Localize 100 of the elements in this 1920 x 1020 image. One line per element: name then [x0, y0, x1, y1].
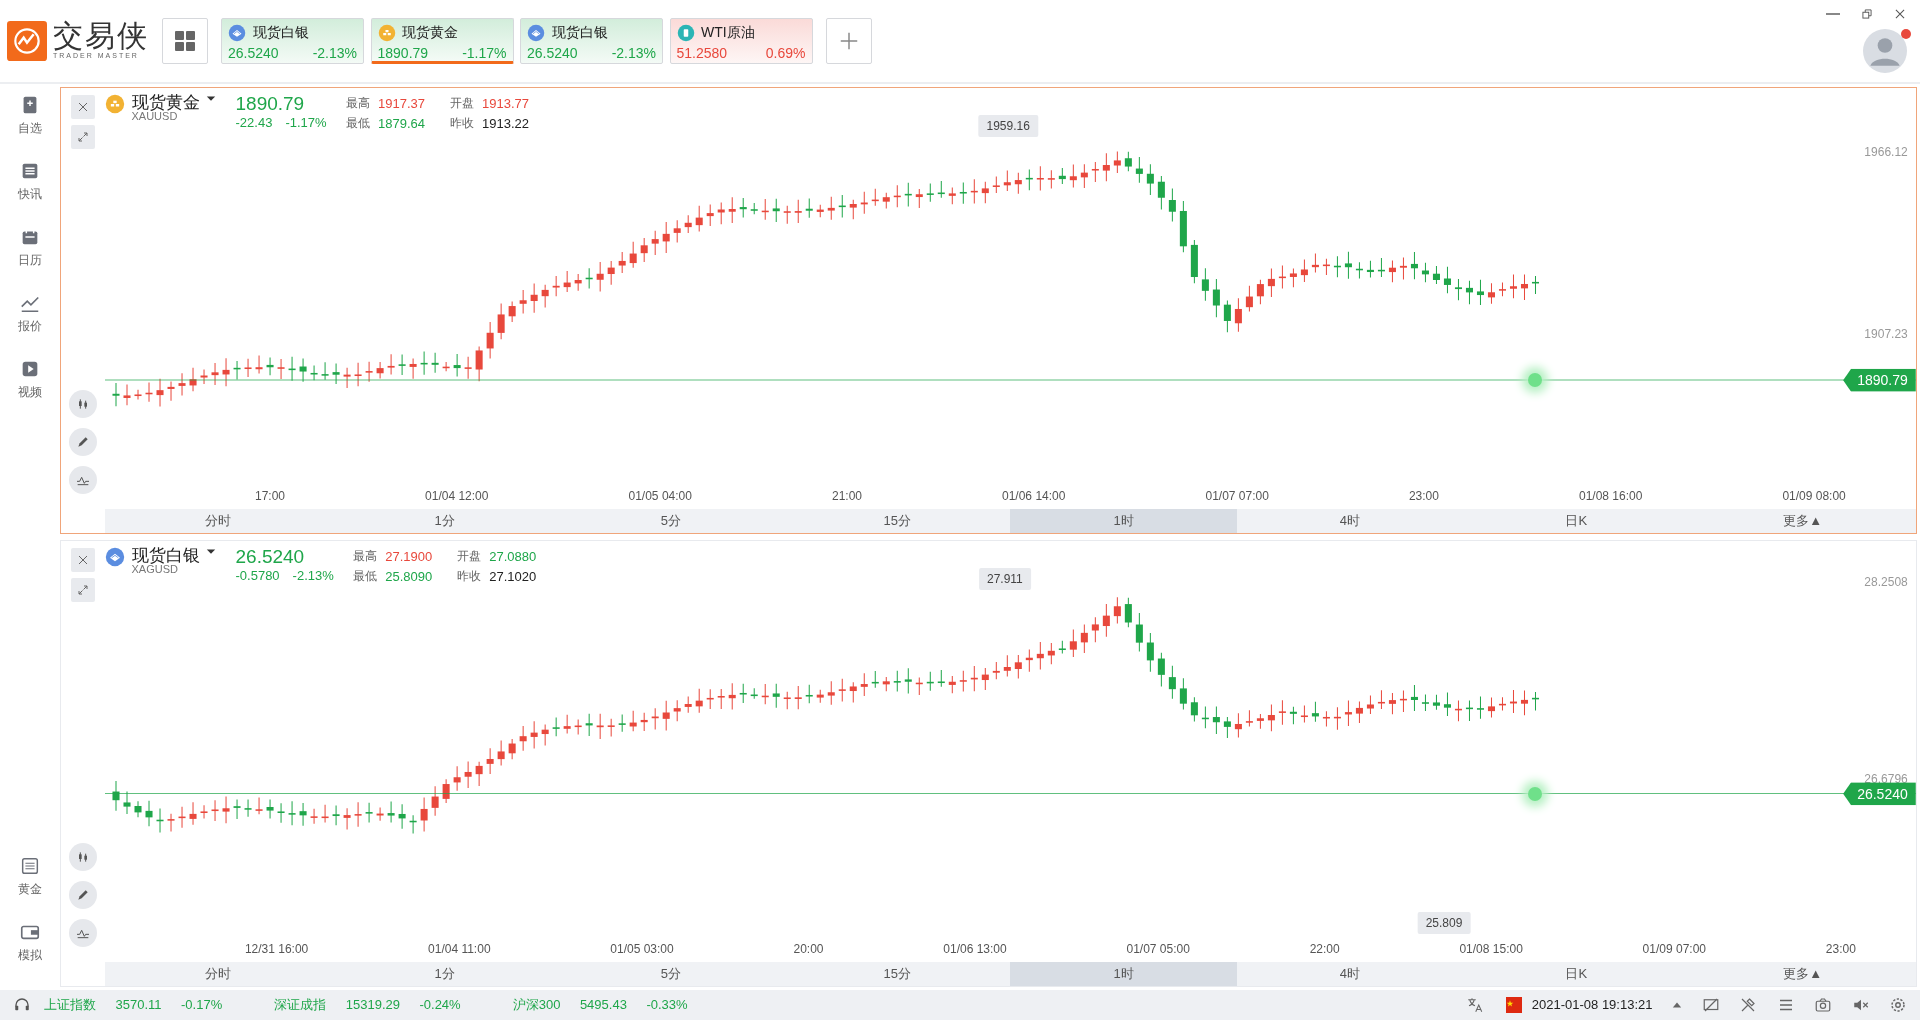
stat-label: 最低 — [346, 114, 371, 132]
settings-icon[interactable] — [1889, 996, 1907, 1014]
close-panel-button[interactable] — [71, 94, 95, 119]
index-name: 深证成指 — [274, 996, 327, 1015]
tools-icon[interactable] — [1739, 996, 1757, 1014]
avatar[interactable] — [1863, 29, 1907, 74]
stat-label: 最高 — [346, 95, 371, 113]
quote-price: 26.5240 — [228, 44, 279, 63]
stat-value: 27.0880 — [489, 548, 537, 567]
date-time: 2021-01-08 19:13:21 — [1531, 996, 1653, 1015]
high-price-label: 27.911 — [978, 568, 1031, 591]
x-axis-label: 23:00 — [1408, 488, 1439, 503]
x-axis-label: 23:00 — [1825, 941, 1856, 956]
index-change: -0.33% — [646, 996, 688, 1015]
interval-tab[interactable]: 日K — [1463, 961, 1690, 986]
app-logo — [6, 21, 47, 61]
indicator-button[interactable] — [69, 465, 97, 494]
quote-tab[interactable]: 现货黄金 1890.79 -1.17% — [370, 18, 514, 64]
interval-tab[interactable]: 4时 — [1236, 961, 1464, 986]
current-price-marker — [1528, 373, 1543, 388]
coin-icon — [105, 94, 125, 115]
interval-tab[interactable]: 1时 — [1010, 961, 1237, 986]
quote-tab[interactable]: WTI原油 51.2580 0.69% — [669, 18, 813, 64]
candle-type-button[interactable] — [69, 390, 97, 419]
x-axis-label: 01/06 14:00 — [1002, 488, 1066, 503]
x-axis-label: 01/06 13:00 — [943, 941, 1007, 956]
sidebar-item[interactable]: 自选 — [18, 93, 42, 137]
x-axis-label: 01/08 16:00 — [1578, 488, 1643, 503]
stat-label: 昨收 — [457, 567, 482, 585]
quote-name: WTI原油 — [701, 23, 755, 42]
x-axis-label: 01/07 07:00 — [1205, 488, 1269, 503]
price-change: -22.43 — [235, 114, 273, 133]
coin-icon — [228, 23, 246, 42]
x-axis-label: 01/05 04:00 — [628, 488, 692, 503]
current-price-marker — [1528, 786, 1543, 801]
translate-icon[interactable] — [1465, 996, 1484, 1014]
candle-type-button[interactable] — [69, 843, 97, 872]
interval-tab[interactable]: 5分 — [557, 508, 785, 533]
stat-label: 昨收 — [450, 114, 475, 132]
interval-tab[interactable]: 日K — [1463, 508, 1690, 533]
quote-name: 现货白银 — [551, 23, 608, 42]
current-price: 26.5240 — [235, 547, 306, 567]
interval-tab[interactable]: 1分 — [331, 508, 558, 533]
sidebar-item[interactable]: 黄金 — [18, 854, 42, 898]
quote-price: 1890.79 — [377, 44, 429, 63]
sidebar-item[interactable]: 快讯 — [18, 159, 42, 203]
draw-button[interactable] — [69, 428, 97, 456]
x-axis-label: 01/04 11:00 — [428, 941, 491, 956]
x-axis-label: 22:00 — [1309, 941, 1340, 956]
current-price: 1890.79 — [235, 94, 306, 114]
interval-tab[interactable]: 15分 — [784, 508, 1011, 533]
quote-price: 26.5240 — [527, 44, 578, 63]
stat-label: 开盘 — [457, 548, 482, 566]
stat-label: 最低 — [353, 567, 378, 585]
minimize-icon — [1826, 12, 1840, 15]
interval-tab[interactable]: 1分 — [331, 961, 558, 986]
percent-change: -1.17% — [285, 114, 327, 133]
interval-tab[interactable]: 分时 — [105, 961, 332, 986]
index-value: 5495.43 — [579, 996, 627, 1015]
sidebar-item[interactable]: 报价 — [18, 291, 42, 335]
camera-icon[interactable] — [1814, 996, 1832, 1014]
close-panel-button[interactable] — [71, 547, 95, 572]
layout-button[interactable] — [162, 18, 208, 64]
index-change: -0.17% — [181, 996, 223, 1015]
restore-icon — [1859, 6, 1874, 21]
sidebar-item[interactable]: 模拟 — [18, 920, 42, 964]
coin-icon — [377, 23, 396, 42]
indicator-button[interactable] — [69, 918, 97, 947]
sidebar-item[interactable]: 日历 — [18, 225, 42, 269]
x-axis-label: 01/09 08:00 — [1782, 488, 1846, 503]
screen-icon[interactable] — [1701, 996, 1720, 1014]
low-price-label: 25.809 — [1417, 912, 1471, 935]
quote-name: 现货白银 — [252, 23, 309, 42]
quote-price: 51.2580 — [676, 44, 728, 63]
app-name: 交易侠 — [53, 20, 149, 51]
quote-change: -2.13% — [312, 44, 357, 63]
interval-tab[interactable]: 更多▲ — [1689, 508, 1916, 533]
x-axis-label: 01/05 03:00 — [610, 941, 674, 956]
interval-tab[interactable]: 15分 — [784, 961, 1011, 986]
price-tag: 26.5240 — [1843, 782, 1916, 806]
sidebar-item[interactable]: 视频 — [18, 357, 42, 401]
interval-tab[interactable]: 分时 — [105, 508, 332, 533]
interval-tab[interactable]: 5分 — [557, 961, 785, 986]
draw-button[interactable] — [69, 881, 97, 909]
price-change: -0.5780 — [235, 567, 280, 586]
barrel-icon — [676, 23, 695, 42]
stat-value: 1913.22 — [482, 114, 530, 133]
stat-value: 25.8090 — [385, 567, 434, 586]
quote-tab[interactable]: 现货白银 26.5240 -2.13% — [520, 18, 663, 64]
stat-value: 1917.37 — [378, 95, 427, 114]
stat-label: 开盘 — [450, 95, 475, 113]
expand-icon — [77, 130, 89, 145]
interval-tab[interactable]: 4时 — [1236, 508, 1464, 533]
index-value: 3570.11 — [115, 996, 162, 1015]
x-axis-label: 20:00 — [793, 941, 824, 956]
interval-tab[interactable]: 更多▲ — [1689, 961, 1916, 986]
interval-tab[interactable]: 1时 — [1010, 508, 1237, 533]
stat-value: 1913.77 — [482, 95, 530, 114]
quote-tab[interactable]: 现货白银 26.5240 -2.13% — [221, 18, 364, 64]
caret-up-icon[interactable] — [1672, 1000, 1682, 1010]
